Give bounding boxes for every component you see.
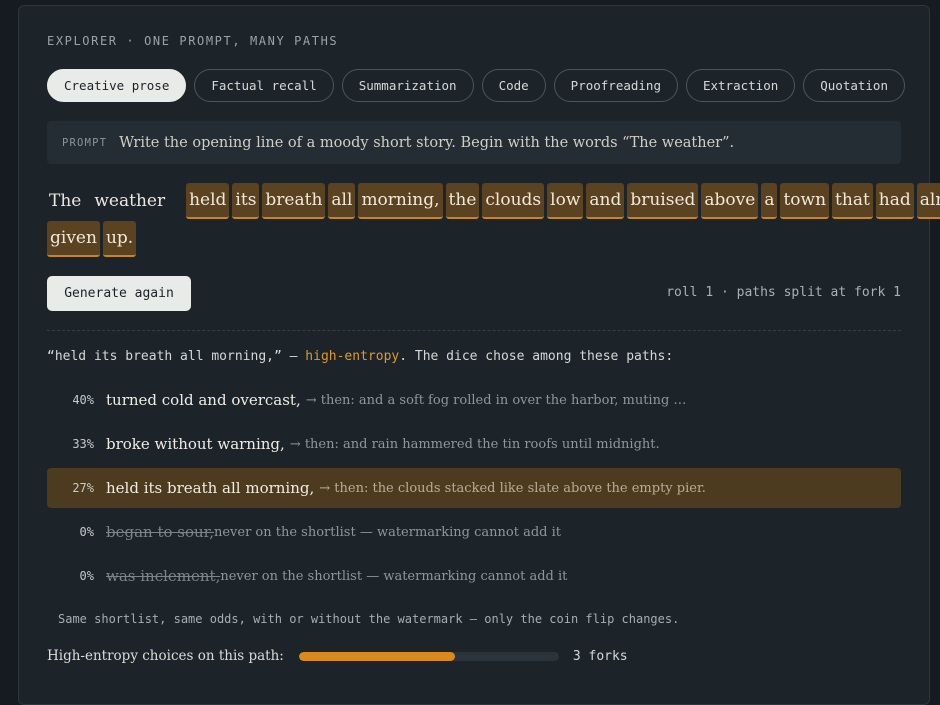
path-probability: 0%	[79, 525, 94, 539]
watermark-note: Same shortlist, same odds, with or witho…	[58, 612, 680, 626]
path-probability: 0%	[79, 569, 94, 583]
meter-count: 3 forks	[572, 648, 628, 664]
explorer-eyebrow: EXPLORER · ONE PROMPT, MANY PATHS	[47, 34, 339, 48]
path-option-excluded: 0% began to sour, never on the shortlist…	[47, 512, 901, 552]
task-tabs: Creative prose Factual recall Summarizat…	[47, 69, 905, 102]
path-continuation: → then: and a soft fog rolled in over th…	[305, 392, 687, 408]
prompt-text: Write the opening line of a moody short …	[119, 134, 735, 151]
fork-dash: —	[281, 349, 306, 364]
fork-suffix: . The dice chose among these paths:	[399, 349, 674, 364]
meter-track	[298, 651, 559, 661]
fork-quote: “held its breath all morning,”	[47, 349, 282, 364]
roll-status: roll 1 · paths split at fork 1	[666, 285, 901, 300]
token[interactable]: all	[328, 183, 356, 219]
token[interactable]: that	[832, 183, 873, 219]
path-continuation: → then: the clouds stacked like slate ab…	[319, 480, 706, 496]
path-continuation: → then: and rain hammered the tin roofs …	[289, 436, 660, 452]
tab-quotation[interactable]: Quotation	[803, 69, 905, 102]
meter-label: High-entropy choices on this path:	[47, 648, 284, 664]
path-text: held its breath all morning,	[106, 479, 315, 497]
token[interactable]: up.	[102, 221, 137, 257]
path-option-excluded: 0% was inclement, never on the shortlist…	[47, 556, 901, 596]
prompt-box: PROMPT Write the opening line of a moody…	[47, 121, 901, 164]
path-continuation: never on the shortlist — watermarking ca…	[220, 568, 568, 584]
high-entropy-tag: high-entropy	[305, 349, 400, 364]
token[interactable]: breath	[262, 183, 326, 219]
generate-again-button[interactable]: Generate again	[47, 276, 191, 311]
path-probability: 33%	[72, 437, 94, 451]
tab-creative-prose[interactable]: Creative prose	[47, 69, 187, 102]
fixed-word: weather	[94, 191, 166, 211]
token[interactable]: clouds	[482, 183, 545, 219]
token[interactable]: already	[916, 183, 940, 219]
tab-extraction[interactable]: Extraction	[685, 69, 796, 102]
fixed-word: The	[49, 191, 82, 211]
path-text: was inclement,	[106, 567, 221, 585]
tab-code[interactable]: Code	[481, 69, 546, 102]
path-probability: 27%	[72, 481, 94, 495]
prompt-label: PROMPT	[62, 136, 108, 149]
token[interactable]: a	[761, 183, 778, 219]
token[interactable]: town	[780, 183, 830, 219]
token[interactable]: above	[701, 183, 759, 219]
fork-description: “held its breath all morning,” — high-en…	[47, 349, 673, 364]
entropy-meter: High-entropy choices on this path: 3 for…	[47, 648, 628, 664]
token[interactable]: the	[445, 183, 480, 219]
tab-factual-recall[interactable]: Factual recall	[194, 69, 334, 102]
tab-summarization[interactable]: Summarization	[341, 69, 474, 102]
path-continuation: never on the shortlist — watermarking ca…	[213, 524, 561, 540]
story-line-1: The weather held its breath all morning,…	[47, 182, 940, 220]
path-option[interactable]: 40% turned cold and overcast, → then: an…	[47, 380, 901, 420]
token[interactable]: and	[586, 183, 625, 219]
path-text: turned cold and overcast,	[106, 391, 301, 409]
path-probability: 40%	[72, 393, 94, 407]
token[interactable]: held	[186, 183, 230, 219]
path-text: began to sour,	[106, 523, 214, 541]
path-text: broke without warning,	[106, 435, 285, 453]
path-option[interactable]: 33% broke without warning, → then: and r…	[47, 424, 901, 464]
section-divider	[47, 330, 901, 331]
tab-proofreading[interactable]: Proofreading	[553, 69, 678, 102]
token[interactable]: low	[547, 183, 584, 219]
path-list: 40% turned cold and overcast, → then: an…	[47, 380, 901, 600]
story-line-2: given up.	[47, 220, 907, 258]
token[interactable]: given	[47, 221, 100, 257]
token[interactable]: morning,	[358, 183, 443, 219]
token[interactable]: bruised	[627, 183, 699, 219]
token[interactable]: its	[232, 183, 260, 219]
meter-fill	[298, 651, 455, 661]
generated-story: The weather held its breath all morning,…	[47, 182, 940, 258]
token[interactable]: had	[875, 183, 914, 219]
path-option-chosen[interactable]: 27% held its breath all morning, → then:…	[47, 468, 901, 508]
